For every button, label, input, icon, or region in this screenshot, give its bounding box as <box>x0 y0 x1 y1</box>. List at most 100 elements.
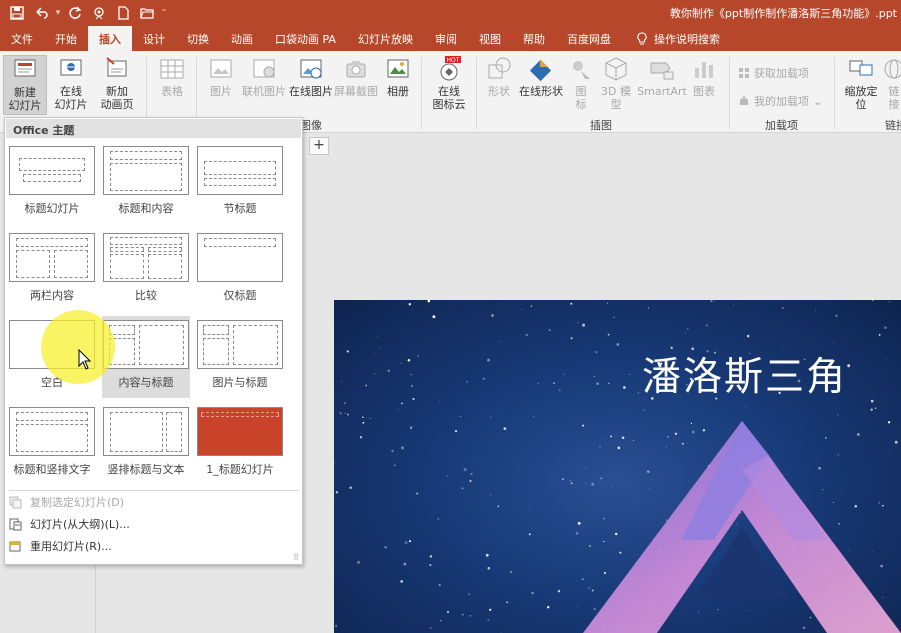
tab-help[interactable]: 帮助 <box>512 26 556 51</box>
online-shapes-button[interactable]: 在线形状 <box>517 55 565 98</box>
hot-badge: HOT <box>447 57 460 64</box>
layout-thumbnail <box>197 146 283 195</box>
table-button[interactable]: 表格 <box>155 55 189 98</box>
online-picture-button[interactable]: 在线图片 <box>288 55 334 98</box>
album-label: 相册 <box>387 85 409 98</box>
picture-button[interactable]: 图片 <box>204 55 238 98</box>
globe-icon <box>884 59 901 79</box>
puzzle-icon <box>740 96 748 105</box>
gallery-header: Office 主题 <box>6 119 301 138</box>
layout-picture-with-caption[interactable]: 图片与标题 <box>196 316 284 398</box>
3d-model-label-2: 型 <box>610 98 622 111</box>
group-illustrations-label: 插图 <box>590 119 612 132</box>
redo-icon[interactable] <box>64 2 86 24</box>
layout-thumbnail <box>103 320 189 369</box>
layout-title-slide[interactable]: 标题幻灯片 <box>8 142 96 224</box>
layout-thumbnail <box>9 146 95 195</box>
shapes-icon <box>488 57 511 79</box>
layout-thumbnail <box>9 407 95 456</box>
online-slide-label-2: 幻灯片 <box>54 98 88 111</box>
tab-baidu-netdisk[interactable]: 百度网盘 <box>556 26 622 51</box>
layout-thumbnail <box>197 407 283 456</box>
shapes-label: 形状 <box>488 85 510 98</box>
3d-model-button[interactable]: 3D 模 型 <box>598 55 634 111</box>
online-picture-small-button[interactable]: 联机图片 <box>240 55 288 98</box>
link-button[interactable]: 链 接 <box>884 55 901 111</box>
undo-dropdown-icon[interactable]: ▾ <box>54 8 62 18</box>
get-addins-button[interactable]: 获取加载项 <box>738 65 809 81</box>
tab-design[interactable]: 设计 <box>132 26 176 51</box>
layout-thumbnail <box>103 146 189 195</box>
new-anim-page-icon <box>106 57 127 77</box>
zoom-label-1: 缩放定 <box>844 85 878 98</box>
new-slide-button[interactable]: 新建 幻灯片 <box>3 55 47 115</box>
new-anim-page-button[interactable]: 新加 动画页 <box>94 55 140 111</box>
slides-from-outline-command[interactable]: 幻灯片(从大纲)(L)... <box>9 516 130 532</box>
shapes-button[interactable]: 形状 <box>484 55 514 98</box>
link-label-1: 链 <box>888 85 900 98</box>
resize-grip-icon[interactable]: ⠿ <box>293 553 299 562</box>
tab-transitions[interactable]: 切换 <box>176 26 220 51</box>
screenshot-button[interactable]: 屏幕截图 <box>334 55 378 98</box>
group-links-label: 链接 <box>885 119 901 132</box>
online-slide-button[interactable]: 在线 幻灯片 <box>50 55 92 111</box>
customize-qat-icon[interactable]: ⁼ <box>160 8 168 18</box>
group-addins-label: 加载项 <box>765 119 798 132</box>
undo-icon[interactable] <box>30 2 52 24</box>
save-icon[interactable] <box>6 2 28 24</box>
tell-me-label: 操作说明搜索 <box>653 32 720 46</box>
tab-review[interactable]: 审阅 <box>424 26 468 51</box>
online-slide-label-1: 在线 <box>60 85 82 98</box>
cube-icon <box>605 57 627 81</box>
picture-label: 图片 <box>210 85 232 98</box>
slides-from-outline-label: 幻灯片(从大纲)(L)... <box>30 518 130 531</box>
add-section-button[interactable]: + <box>309 137 329 155</box>
table-icon <box>160 59 184 79</box>
tab-file[interactable]: 文件 <box>0 26 44 51</box>
album-button[interactable]: 相册 <box>382 55 414 98</box>
tab-view[interactable]: 视图 <box>468 26 512 51</box>
smartart-label: SmartArt <box>637 85 687 98</box>
icons-button[interactable]: 图 标 <box>568 55 594 111</box>
layout-label: 两栏内容 <box>30 289 74 302</box>
layout-label: 标题和竖排文字 <box>13 463 91 476</box>
presenter-icon[interactable] <box>88 2 110 24</box>
layout-content-with-caption[interactable]: 内容与标题 <box>102 316 190 398</box>
my-addins-dropdown-icon[interactable]: ⌄ <box>813 95 822 108</box>
layout-label: 图片与标题 <box>212 376 268 389</box>
lightbulb-icon <box>637 31 647 44</box>
group-separator <box>729 57 730 129</box>
layout-title-and-content[interactable]: 标题和内容 <box>102 142 190 224</box>
tab-animations[interactable]: 动画 <box>220 26 264 51</box>
online-picture-small-label: 联机图片 <box>242 85 286 98</box>
layout-label: 内容与标题 <box>118 376 174 389</box>
duplicate-slide-command[interactable]: 复制选定幻灯片(D) <box>9 494 124 510</box>
layout-custom-title-slide[interactable]: 1_标题幻灯片 <box>196 403 284 485</box>
icons-label-1: 图 <box>575 85 587 98</box>
layout-section-header[interactable]: 节标题 <box>196 142 284 224</box>
layout-title-only[interactable]: 仅标题 <box>196 229 284 311</box>
smartart-button[interactable]: SmartArt <box>637 55 687 98</box>
slide-title[interactable]: 潘洛斯三角 <box>642 346 847 402</box>
reuse-icon <box>9 541 21 551</box>
zoom-button[interactable]: 缩放定 位 <box>840 55 882 111</box>
layout-title-and-vertical-text[interactable]: 标题和竖排文字 <box>8 403 96 485</box>
online-icons-button[interactable]: HOT 在线 图标云 <box>427 55 471 111</box>
layout-two-content[interactable]: 两栏内容 <box>8 229 96 311</box>
tab-home[interactable]: 开始 <box>44 26 88 51</box>
slide-canvas[interactable]: 潘洛斯三角 <box>334 300 901 633</box>
open-folder-icon[interactable] <box>136 2 158 24</box>
tab-slideshow[interactable]: 幻灯片放映 <box>347 26 424 51</box>
reuse-slides-command[interactable]: 重用幻灯片(R)... <box>9 538 112 554</box>
tab-pocket-animation[interactable]: 口袋动画 PA <box>264 26 347 51</box>
layout-comparison[interactable]: 比较 <box>102 229 190 311</box>
layout-vertical-title-and-text[interactable]: 竖排标题与文本 <box>102 403 190 485</box>
new-anim-page-label-2: 动画页 <box>100 98 134 111</box>
new-file-icon[interactable] <box>112 2 134 24</box>
tell-me-search[interactable]: 操作说明搜索 <box>622 26 731 51</box>
online-picture-small-icon <box>253 59 275 78</box>
layout-thumbnail <box>197 320 283 369</box>
my-addins-button[interactable]: 我的加载项 ⌄ <box>738 93 822 109</box>
chart-button[interactable]: 图表 <box>690 55 718 98</box>
tab-insert[interactable]: 插入 <box>88 26 132 51</box>
